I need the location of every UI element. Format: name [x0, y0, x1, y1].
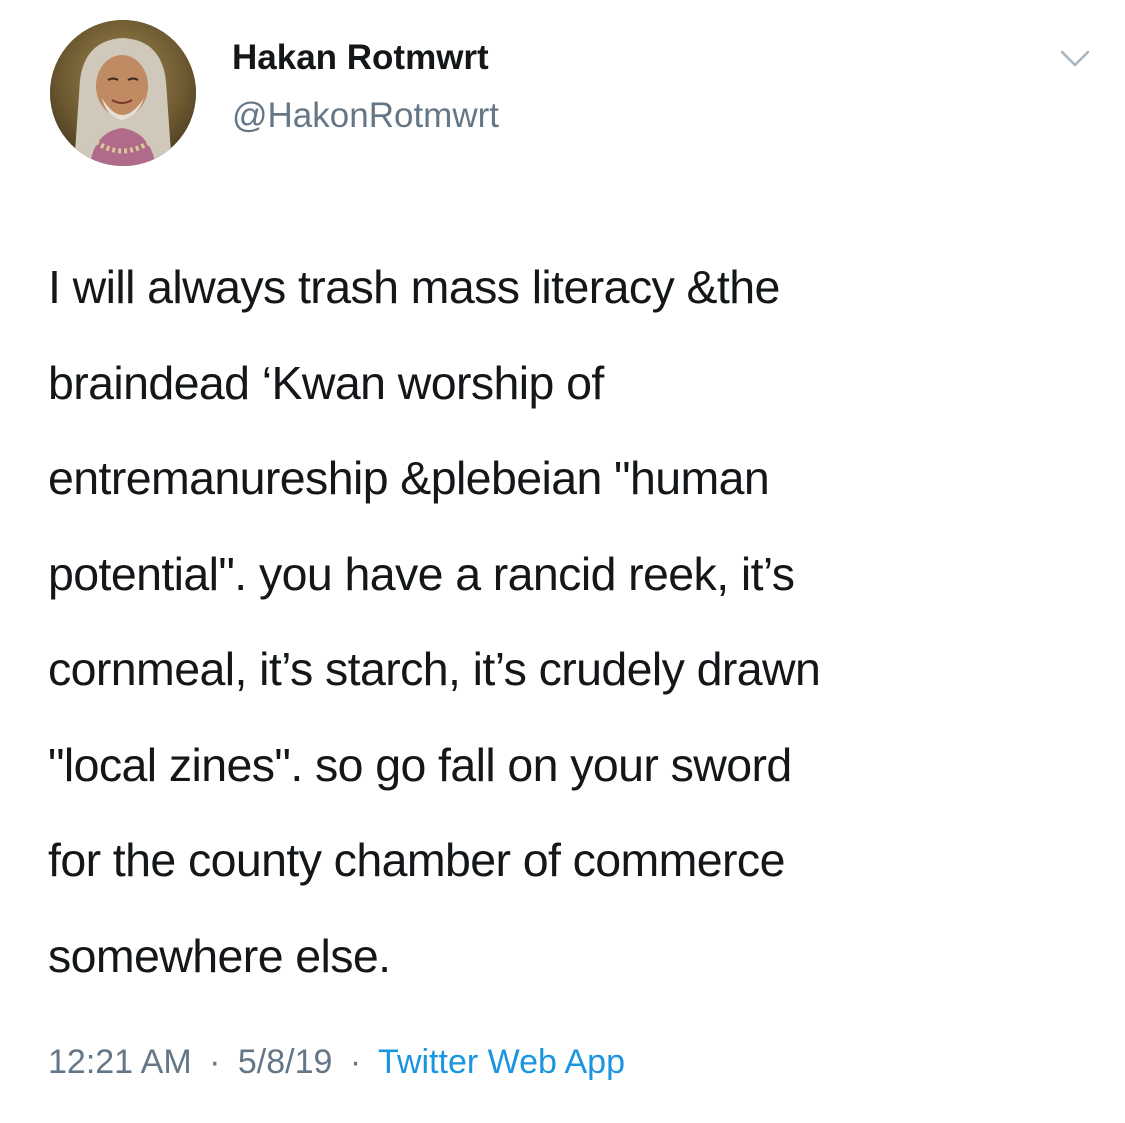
avatar[interactable]	[50, 20, 196, 166]
tweet-text-line: for the county chamber of commerce	[48, 834, 785, 886]
meta-separator: ·	[209, 1043, 221, 1081]
tweet-text-line: somewhere else.	[48, 929, 391, 982]
tweet-card: Hakan Rotmwrt @HakonRotmwrt I will alway…	[0, 0, 1125, 1123]
tweet-text-line: braindead ‘Kwan worship of	[48, 356, 604, 409]
author-display-name[interactable]: Hakan Rotmwrt	[232, 36, 489, 80]
chevron-down-icon[interactable]	[1058, 46, 1092, 72]
tweet-text-line: I will always trash mass literacy &the	[48, 261, 780, 313]
tweet-time[interactable]: 12:21 AM	[48, 1043, 192, 1081]
tweet-text-line: entremanureship &plebeian "human	[48, 452, 770, 504]
author-handle[interactable]: @HakonRotmwrt	[232, 94, 499, 138]
tweet-text-line: cornmeal, it’s starch, it’s crudely draw…	[48, 643, 821, 695]
tweet-source-link[interactable]: Twitter Web App	[378, 1043, 625, 1081]
meta-separator: ·	[349, 1043, 362, 1081]
tweet-text-line: potential". you have a rancid reek, it’s	[48, 547, 795, 600]
profile-photo-icon	[50, 20, 196, 166]
tweet-text: I will always trash mass literacy &the b…	[48, 240, 1098, 1004]
tweet-meta: 12:21 AM · 5/8/19 · Twitter Web App	[48, 1040, 625, 1084]
tweet-text-line: "local zines". so go fall on your sword	[48, 738, 792, 791]
tweet-date[interactable]: 5/8/19	[238, 1043, 333, 1081]
